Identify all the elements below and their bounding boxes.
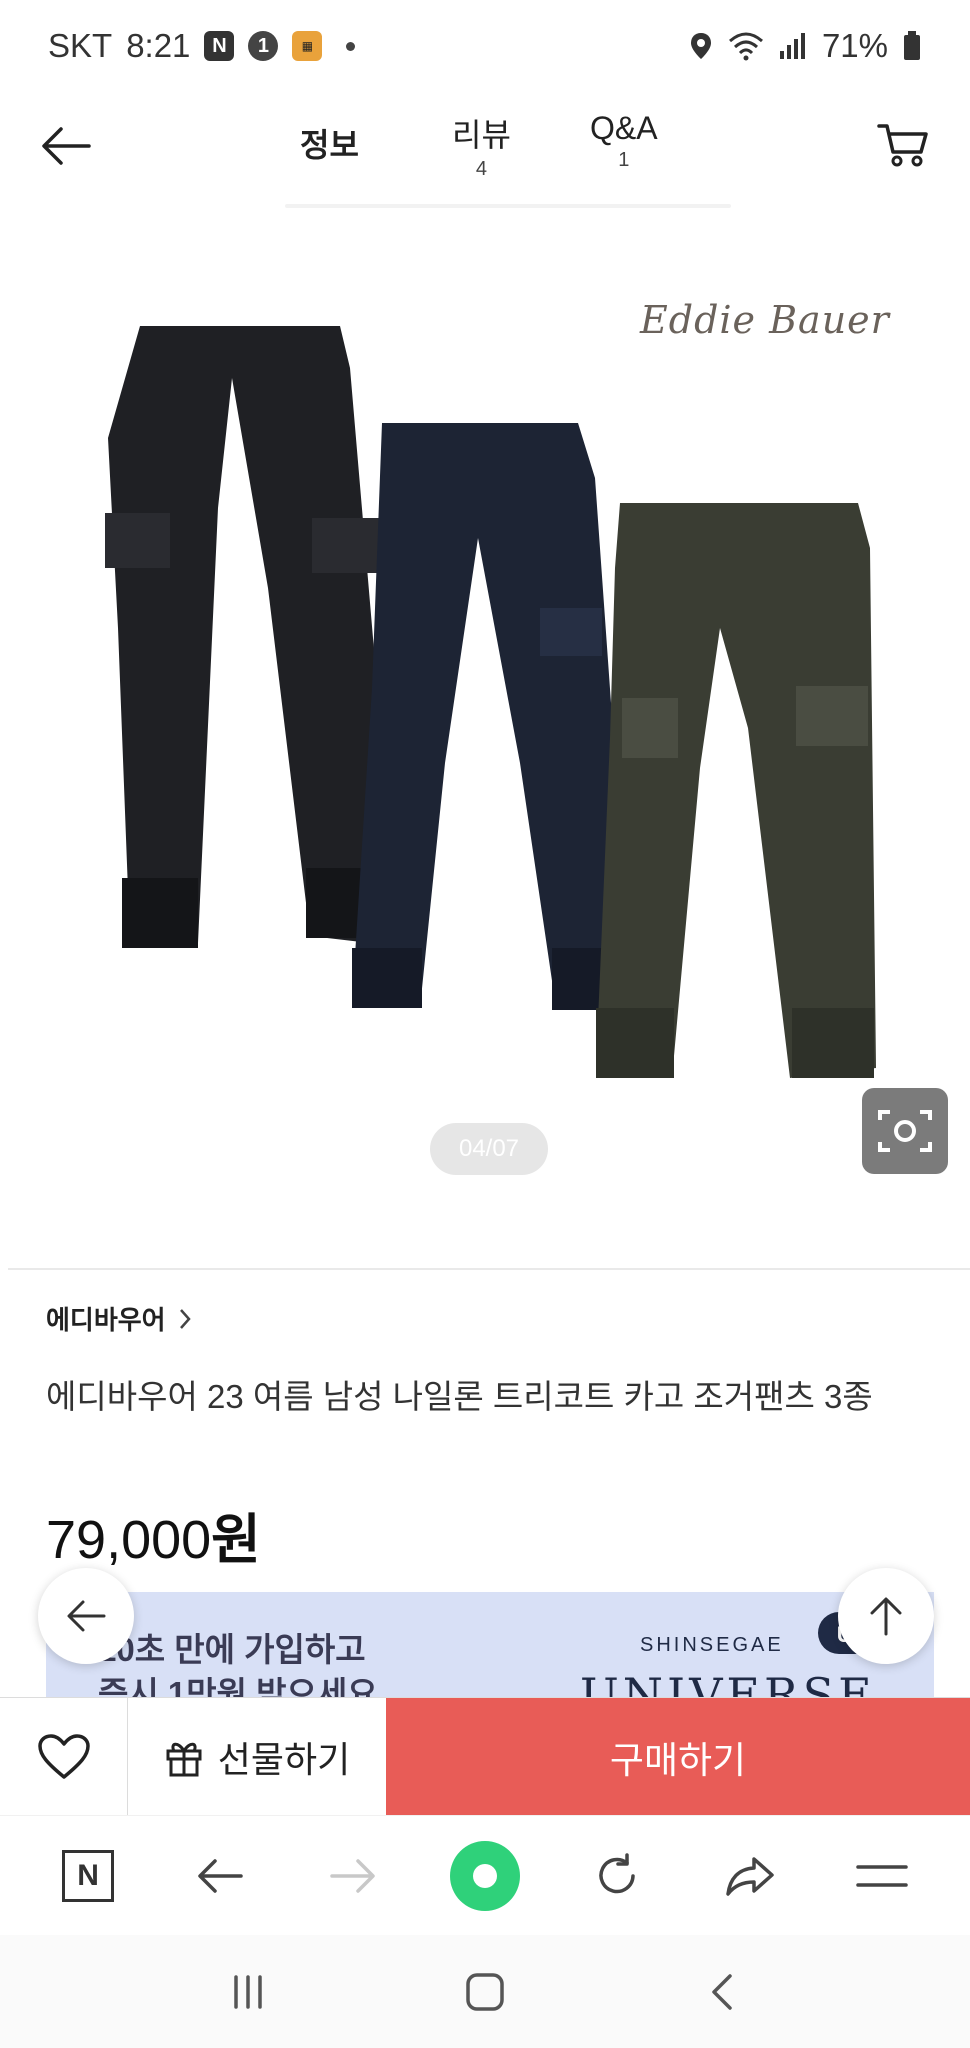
home-icon xyxy=(466,1972,504,2011)
naver-n-icon: N xyxy=(204,31,235,61)
floating-back-button[interactable] xyxy=(38,1568,134,1664)
browser-toolbar: N xyxy=(0,1815,970,1935)
buy-button[interactable]: 구매하기 xyxy=(386,1698,970,1816)
share-arrow-icon xyxy=(725,1856,774,1896)
banner-text: 10초 만에 가입하고 즉시 1만원 받으세요 xyxy=(98,1628,378,1698)
gift-icon xyxy=(166,1742,202,1777)
tab-qna-label: Q&A xyxy=(590,110,658,146)
product-image-carousel[interactable]: Eddie Bauer 04/07 xyxy=(0,208,970,1198)
refresh-icon xyxy=(599,1852,636,1893)
battery-label: 71% xyxy=(821,27,888,64)
green-dot-icon xyxy=(449,1840,520,1911)
cart-icon xyxy=(877,124,928,167)
promo-banner[interactable]: 10초 만에 가입하고 즉시 1만원 받으세요 SHINSEGAE UNIVER… xyxy=(46,1592,934,1698)
menu-icon xyxy=(856,1864,908,1887)
image-counter: 04/07 xyxy=(430,1123,548,1175)
naver-home-button[interactable]: N xyxy=(48,1836,128,1916)
gift-label: 선물하기 xyxy=(217,1739,351,1780)
system-back-button[interactable] xyxy=(687,1957,757,2027)
navy-pants xyxy=(352,423,632,1010)
product-title: 에디바우어 23 여름 남성 나일론 트리코트 카고 조거팬츠 3종 xyxy=(46,1378,873,1415)
black-pants xyxy=(105,326,396,948)
camera-lens-icon xyxy=(878,1110,932,1152)
browser-forward-button[interactable] xyxy=(313,1836,393,1916)
arrow-up-icon xyxy=(870,1597,902,1636)
naver-home-icon: N xyxy=(62,1849,115,1902)
brand-logo: Eddie Bauer xyxy=(640,298,890,342)
banner-line-1: 10초 만에 가입하고 xyxy=(98,1631,366,1668)
price-unit: 원 xyxy=(211,1510,261,1570)
price-amount: 79,000 xyxy=(46,1510,212,1570)
chevron-right-icon xyxy=(179,1308,191,1329)
tab-review[interactable]: 리뷰 4 xyxy=(452,110,511,181)
banner-title: UNIVERSE xyxy=(580,1668,876,1698)
back-arrow-icon xyxy=(42,127,91,165)
status-bar: SKT 8:21 N 1 ▦ 71% xyxy=(0,0,970,92)
banner-brand: SHINSEGAE xyxy=(640,1634,784,1656)
back-chevron-icon xyxy=(711,1973,732,2010)
heart-icon xyxy=(37,1734,90,1779)
brand-link[interactable]: 에디바우어 xyxy=(46,1300,192,1337)
purchase-action-bar: 선물하기 구매하기 xyxy=(0,1697,970,1816)
signal-icon xyxy=(779,33,805,59)
back-button[interactable] xyxy=(36,116,96,176)
browser-back-button[interactable] xyxy=(180,1836,260,1916)
back-arrow-icon xyxy=(67,1600,106,1632)
location-icon xyxy=(690,33,711,59)
gift-button[interactable]: 선물하기 xyxy=(128,1698,386,1816)
app-icon: ▦ xyxy=(292,31,323,61)
scroll-top-button[interactable] xyxy=(838,1568,934,1664)
tab-qna-count: 1 xyxy=(618,149,630,171)
brand-name: 에디바우어 xyxy=(46,1305,166,1335)
product-price: 79,000원 xyxy=(46,1495,261,1574)
banner-line-2: 즉시 1만원 받으세요 xyxy=(98,1675,378,1698)
home-button[interactable] xyxy=(450,1957,520,2027)
wifi-icon xyxy=(728,32,763,61)
tab-info[interactable]: 정보 xyxy=(300,120,359,166)
android-navigation-bar xyxy=(0,1935,970,2048)
product-header: 정보 리뷰 4 Q&A 1 xyxy=(0,92,970,208)
browser-menu-button[interactable] xyxy=(842,1836,922,1916)
forward-icon xyxy=(329,1858,375,1893)
back-icon xyxy=(198,1858,244,1893)
recents-icon xyxy=(234,1974,263,2009)
refresh-button[interactable] xyxy=(577,1836,657,1916)
clock: 8:21 xyxy=(126,27,191,64)
battery-icon xyxy=(904,31,920,60)
tab-qna[interactable]: Q&A 1 xyxy=(590,110,658,172)
browser-share-button[interactable] xyxy=(710,1836,790,1916)
carrier-label: SKT xyxy=(48,27,113,64)
product-photo xyxy=(105,326,876,1078)
wishlist-button[interactable] xyxy=(0,1698,128,1816)
tab-review-label: 리뷰 xyxy=(452,117,511,153)
tab-info-label: 정보 xyxy=(300,127,359,163)
content-divider xyxy=(8,1268,970,1270)
recents-button[interactable] xyxy=(213,1957,283,2027)
tab-review-count: 4 xyxy=(475,158,487,180)
green-home-button[interactable] xyxy=(445,1836,525,1916)
notification-1-icon: 1 xyxy=(248,31,279,61)
image-search-button[interactable] xyxy=(862,1088,948,1174)
dot-icon xyxy=(346,41,356,51)
cart-button[interactable] xyxy=(872,114,934,176)
olive-pants xyxy=(596,503,876,1078)
